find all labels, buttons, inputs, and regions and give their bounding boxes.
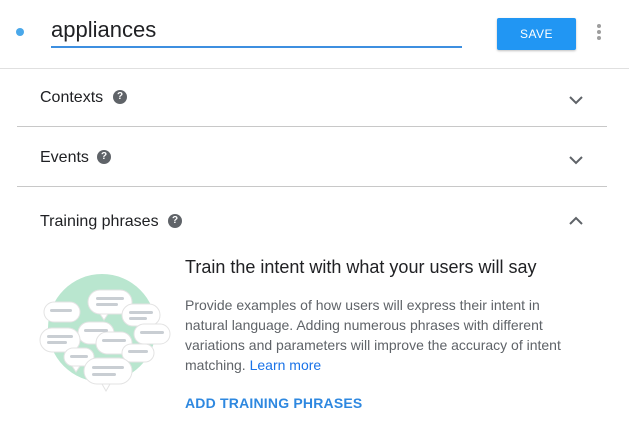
section-title-training-phrases: Training phrases [40, 213, 159, 230]
section-contexts[interactable]: Contexts ? [17, 69, 607, 127]
chevron-down-icon[interactable] [568, 154, 584, 166]
help-circle-icon[interactable]: ? [113, 90, 127, 104]
chevron-down-icon[interactable] [568, 94, 584, 106]
intent-name-input[interactable] [51, 16, 462, 48]
status-dot [16, 28, 24, 36]
more-options-icon[interactable] [590, 20, 608, 44]
save-button[interactable]: SAVE [497, 18, 576, 50]
help-circle-icon[interactable]: ? [168, 214, 182, 228]
section-title-events: Events [40, 149, 89, 166]
chevron-up-icon[interactable] [568, 215, 584, 227]
add-training-phrases-button[interactable]: ADD TRAINING PHRASES [185, 395, 362, 411]
help-circle-icon[interactable]: ? [97, 150, 111, 164]
intent-header: SAVE [0, 0, 629, 69]
section-training-phrases[interactable]: Training phrases ? [17, 187, 607, 245]
training-description: Provide examples of how users will expre… [185, 295, 585, 375]
section-title-contexts: Contexts [40, 89, 104, 106]
training-heading: Train the intent with what your users wi… [185, 257, 537, 277]
chat-bubbles-illustration [39, 274, 171, 393]
section-events[interactable]: Events ? [17, 127, 607, 185]
learn-more-link[interactable]: Learn more [250, 357, 322, 373]
training-description-text: Provide examples of how users will expre… [185, 297, 561, 373]
